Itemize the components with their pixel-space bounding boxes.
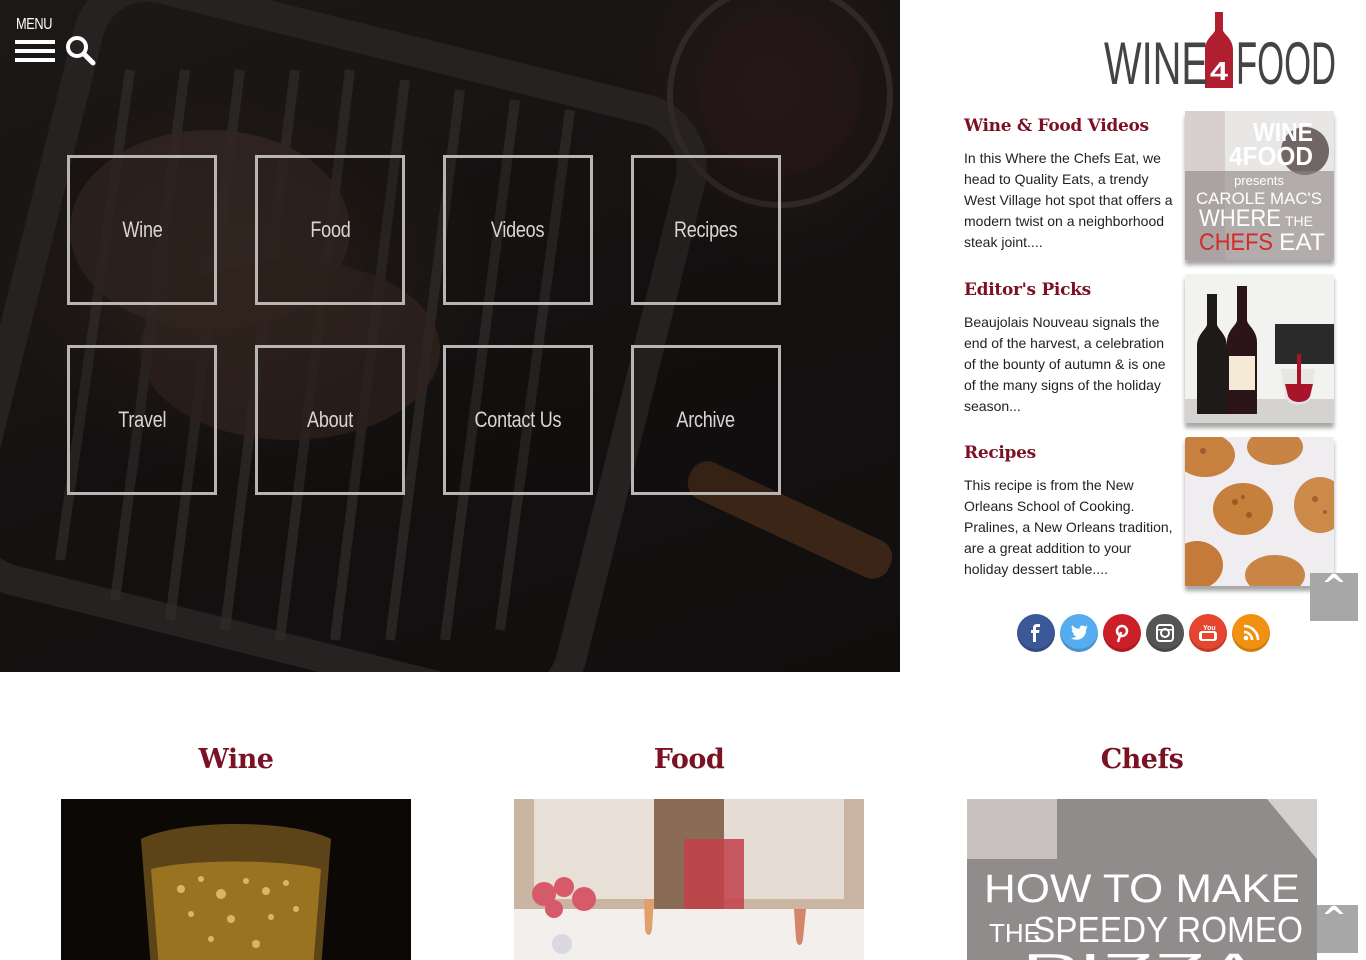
search-icon[interactable] — [64, 34, 96, 66]
nav-tile-wine[interactable]: Wine — [67, 155, 217, 305]
youtube-icon[interactable]: You — [1189, 614, 1227, 652]
grill-pan-background — [0, 0, 900, 672]
facebook-icon[interactable] — [1017, 614, 1055, 652]
svg-text:WHERE: WHERE — [1199, 205, 1281, 232]
nav-tile-contact-us[interactable]: Contact Us — [443, 345, 593, 495]
sidebar-item-editors-picks: Editor's Picks Beaujolais Nouveau signal… — [964, 274, 1336, 423]
rss-icon[interactable] — [1232, 614, 1270, 652]
logo-text-four: 4 — [1210, 56, 1229, 86]
menu-hamburger-icon[interactable] — [15, 40, 55, 64]
section-image-food[interactable] — [514, 799, 864, 960]
sidebar-thumb-beaujolais[interactable] — [1185, 274, 1334, 423]
svg-text:CHEFS: CHEFS — [1199, 229, 1273, 256]
section-title-wine[interactable]: Wine — [61, 744, 411, 775]
svg-text:SPEEDY ROMEO: SPEEDY ROMEO — [1033, 909, 1303, 950]
sidebar-thumb-where-chefs-eat[interactable]: WINE 4FOOD presents CAROLE MAC'S WHERE T… — [1185, 111, 1334, 260]
nav-tile-food[interactable]: Food — [255, 155, 405, 305]
svg-text:PIZZA: PIZZA — [1022, 945, 1263, 960]
back-to-top-button[interactable]: ^ — [1310, 904, 1358, 953]
section-title-chefs[interactable]: Chefs — [967, 744, 1317, 775]
section-image-chefs[interactable]: HOW TO MAKE THE SPEEDY ROMEO PIZZA — [967, 799, 1317, 960]
wine4food-logo[interactable]: WINE 4 FOOD — [1104, 10, 1336, 90]
nav-tile-recipes[interactable]: Recipes — [631, 155, 781, 305]
nav-tile-videos[interactable]: Videos — [443, 155, 593, 305]
sidebar-item-recipes: Recipes This recipe is from the New Orle… — [964, 437, 1336, 586]
instagram-icon[interactable] — [1146, 614, 1184, 652]
sidebar-thumb-pralines[interactable] — [1185, 437, 1334, 586]
svg-text:HOW TO MAKE: HOW TO MAKE — [984, 867, 1300, 911]
nav-tile-about[interactable]: About — [255, 345, 405, 495]
section-title-food[interactable]: Food — [514, 744, 864, 775]
menu-label[interactable]: MENU — [16, 16, 52, 34]
svg-text:EAT: EAT — [1279, 229, 1325, 256]
sidebar-item-videos: Wine & Food Videos In this Where the Che… — [964, 111, 1336, 260]
back-to-top-button[interactable]: ^ — [1310, 572, 1358, 621]
svg-text:You: You — [1203, 625, 1216, 632]
sidebar-excerpt: In this Where the Chefs Eat, we head to … — [964, 150, 1173, 250]
svg-text:THE: THE — [1285, 213, 1313, 229]
nav-tile-archive[interactable]: Archive — [631, 345, 781, 495]
logo-text-food: FOOD — [1236, 30, 1336, 90]
hero-banner: MENU Wine Food Videos Recipes Travel Abo… — [0, 0, 900, 672]
sidebar-excerpt: This recipe is from the New Orleans Scho… — [964, 477, 1173, 577]
logo-text-wine: WINE — [1104, 30, 1208, 90]
svg-text:presents: presents — [1234, 173, 1284, 188]
nav-tile-travel[interactable]: Travel — [67, 345, 217, 495]
section-image-wine[interactable] — [61, 799, 411, 960]
pinterest-icon[interactable] — [1103, 614, 1141, 652]
sidebar-excerpt: Beaujolais Nouveau signals the end of th… — [964, 314, 1166, 414]
twitter-icon[interactable] — [1060, 614, 1098, 652]
svg-text:4FOOD: 4FOOD — [1229, 141, 1313, 171]
